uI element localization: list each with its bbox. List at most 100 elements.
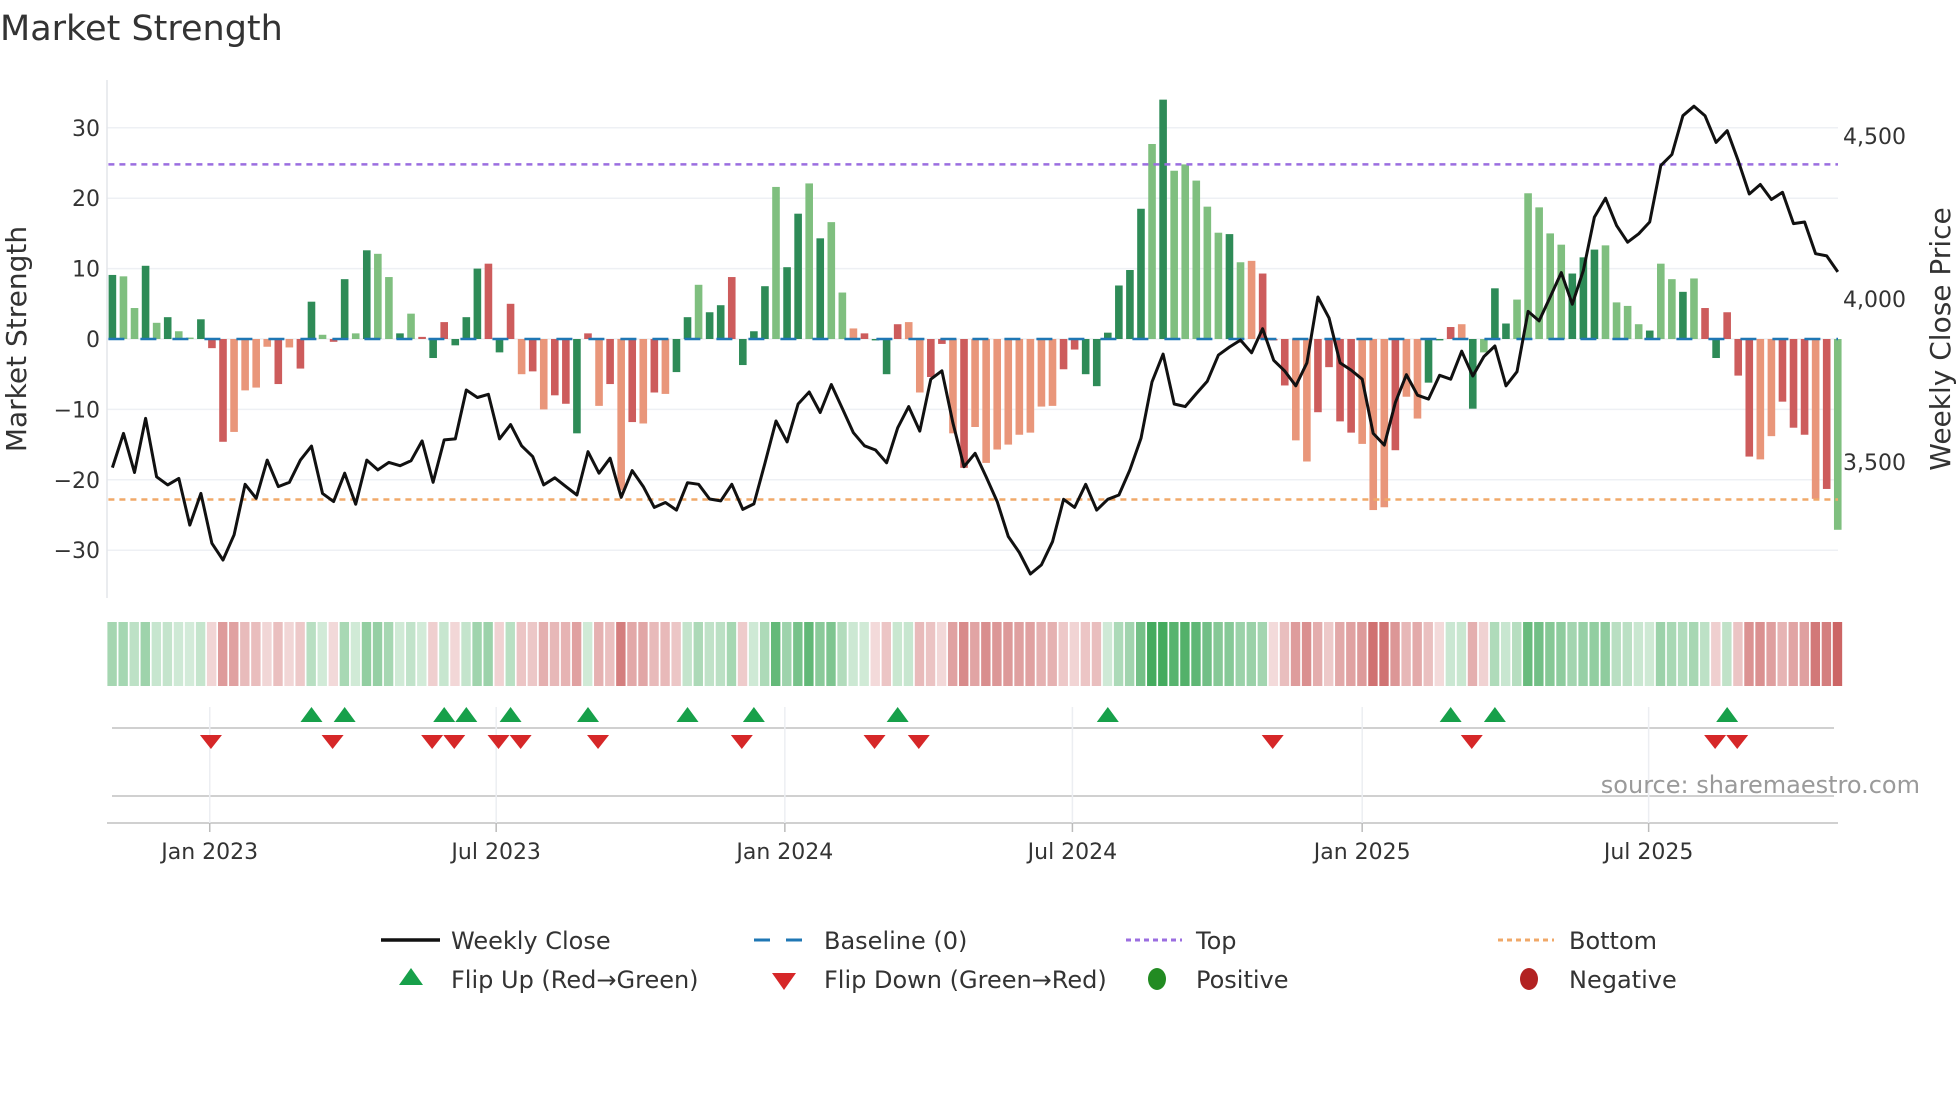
- heat-cell: [1279, 622, 1290, 686]
- triangle-up-icon: [399, 968, 423, 985]
- heat-cell: [1102, 622, 1113, 686]
- strength-bar: [1712, 339, 1720, 359]
- strength-bar: [130, 308, 139, 339]
- strength-bar: [473, 268, 482, 339]
- heat-cell: [1688, 622, 1699, 686]
- strength-bar: [1181, 164, 1190, 339]
- heat-cell: [1423, 622, 1433, 686]
- x-tick-label: Jan 2025: [1312, 840, 1411, 865]
- strength-bar: [794, 213, 802, 339]
- strength-bar: [562, 339, 570, 404]
- heat-cell: [1257, 622, 1268, 686]
- legend-item-weekly-close[interactable]: Weekly Close: [381, 927, 611, 955]
- strength-bar: [1491, 288, 1499, 339]
- heat-cell: [1722, 622, 1732, 686]
- strength-bar: [517, 339, 526, 375]
- heat-cell: [1091, 622, 1102, 686]
- heat-cell: [206, 622, 217, 686]
- heat-cell: [129, 622, 139, 686]
- strength-bar: [1822, 339, 1831, 489]
- strength-bar: [1800, 339, 1809, 435]
- legend-item-flip-down[interactable]: Flip Down (Green→Red): [772, 966, 1107, 994]
- heat-cell: [251, 622, 261, 686]
- heat-cell: [947, 622, 958, 686]
- heat-cell: [1467, 622, 1478, 686]
- strength-bar: [252, 339, 260, 388]
- x-tick-label: Jul 2025: [1602, 840, 1694, 865]
- strength-bar: [849, 328, 858, 339]
- strength-bar: [219, 339, 227, 442]
- strength-bar: [1734, 339, 1743, 376]
- strength-bar: [1811, 339, 1820, 499]
- strength-bar: [1015, 339, 1024, 435]
- legend-item-flip-up[interactable]: Flip Up (Red→Green): [399, 966, 699, 994]
- source-label: source: sharemaestro.com: [1601, 771, 1920, 799]
- heat-cell: [240, 622, 250, 686]
- legend-label: Positive: [1196, 966, 1289, 994]
- heat-cell: [1368, 622, 1378, 686]
- strength-bar: [351, 333, 360, 339]
- circle-negative-icon: [1520, 968, 1538, 990]
- strength-bar: [1325, 339, 1333, 368]
- heat-cell: [1523, 622, 1533, 686]
- heat-cell: [538, 622, 549, 686]
- strength-bar: [705, 312, 714, 339]
- legend-item-bottom[interactable]: Bottom: [1498, 927, 1657, 955]
- strength-bar: [761, 286, 769, 339]
- heat-cell: [616, 622, 626, 686]
- strength-bar: [1092, 339, 1101, 387]
- heat-cell: [1025, 622, 1035, 686]
- heat-cell: [1556, 622, 1566, 686]
- heat-cell: [1047, 622, 1057, 686]
- heat-cell: [1733, 622, 1743, 686]
- heat-cell: [417, 622, 427, 686]
- strength-bar: [971, 339, 979, 427]
- heat-cell: [594, 622, 604, 686]
- heat-cell: [1268, 622, 1279, 686]
- heat-cell: [1567, 622, 1577, 686]
- flip-down-marker: [509, 735, 532, 749]
- heat-cell: [361, 622, 372, 686]
- heat-cell: [1124, 622, 1135, 686]
- legend-item-positive[interactable]: Positive: [1148, 966, 1289, 994]
- heat-cell: [693, 622, 703, 686]
- heat-cell: [1711, 622, 1721, 686]
- heat-cell: [394, 622, 405, 686]
- flip-up-marker: [1439, 707, 1462, 722]
- heat-cell: [748, 622, 759, 686]
- strength-bar: [915, 339, 924, 393]
- heat-cell: [1213, 622, 1223, 686]
- y2-tick-label: 4,000: [1843, 288, 1906, 313]
- heat-cell: [970, 622, 980, 686]
- flip-down-marker: [730, 735, 753, 749]
- heat-cell: [306, 622, 316, 686]
- strength-bar: [340, 279, 349, 339]
- heat-cell: [1003, 622, 1013, 686]
- legend-item-top[interactable]: Top: [1126, 927, 1237, 955]
- strength-bar: [1070, 339, 1079, 350]
- flip-up-marker: [433, 707, 456, 722]
- heat-cell: [671, 622, 681, 686]
- legend-label: Bottom: [1569, 927, 1657, 955]
- legend-item-negative[interactable]: Negative: [1520, 966, 1677, 994]
- strength-bar: [727, 277, 736, 339]
- strength-bar: [661, 339, 670, 394]
- legend-label: Flip Up (Red→Green): [451, 966, 699, 994]
- heat-cell: [1445, 622, 1456, 686]
- heat-cell: [428, 622, 438, 686]
- heat-cell: [859, 622, 869, 686]
- market-strength-chart: Market Strength −30 −20 −10 0 10 20 30 3,500 4,…: [0, 9, 1957, 994]
- y2-axis-label: Weekly Close Price: [1924, 207, 1957, 470]
- heat-cell: [715, 622, 726, 686]
- strength-bar: [1833, 339, 1842, 530]
- heat-cell: [1290, 622, 1301, 686]
- flip-down-marker: [587, 735, 610, 749]
- strength-bar: [1645, 330, 1654, 339]
- strength-bar: [639, 339, 648, 424]
- legend-item-baseline[interactable]: Baseline (0): [754, 927, 967, 955]
- heat-cell: [1224, 622, 1234, 686]
- strength-bar: [1137, 208, 1145, 339]
- strength-bar: [230, 339, 238, 432]
- strength-bar: [1612, 302, 1621, 339]
- heat-cell: [195, 622, 206, 686]
